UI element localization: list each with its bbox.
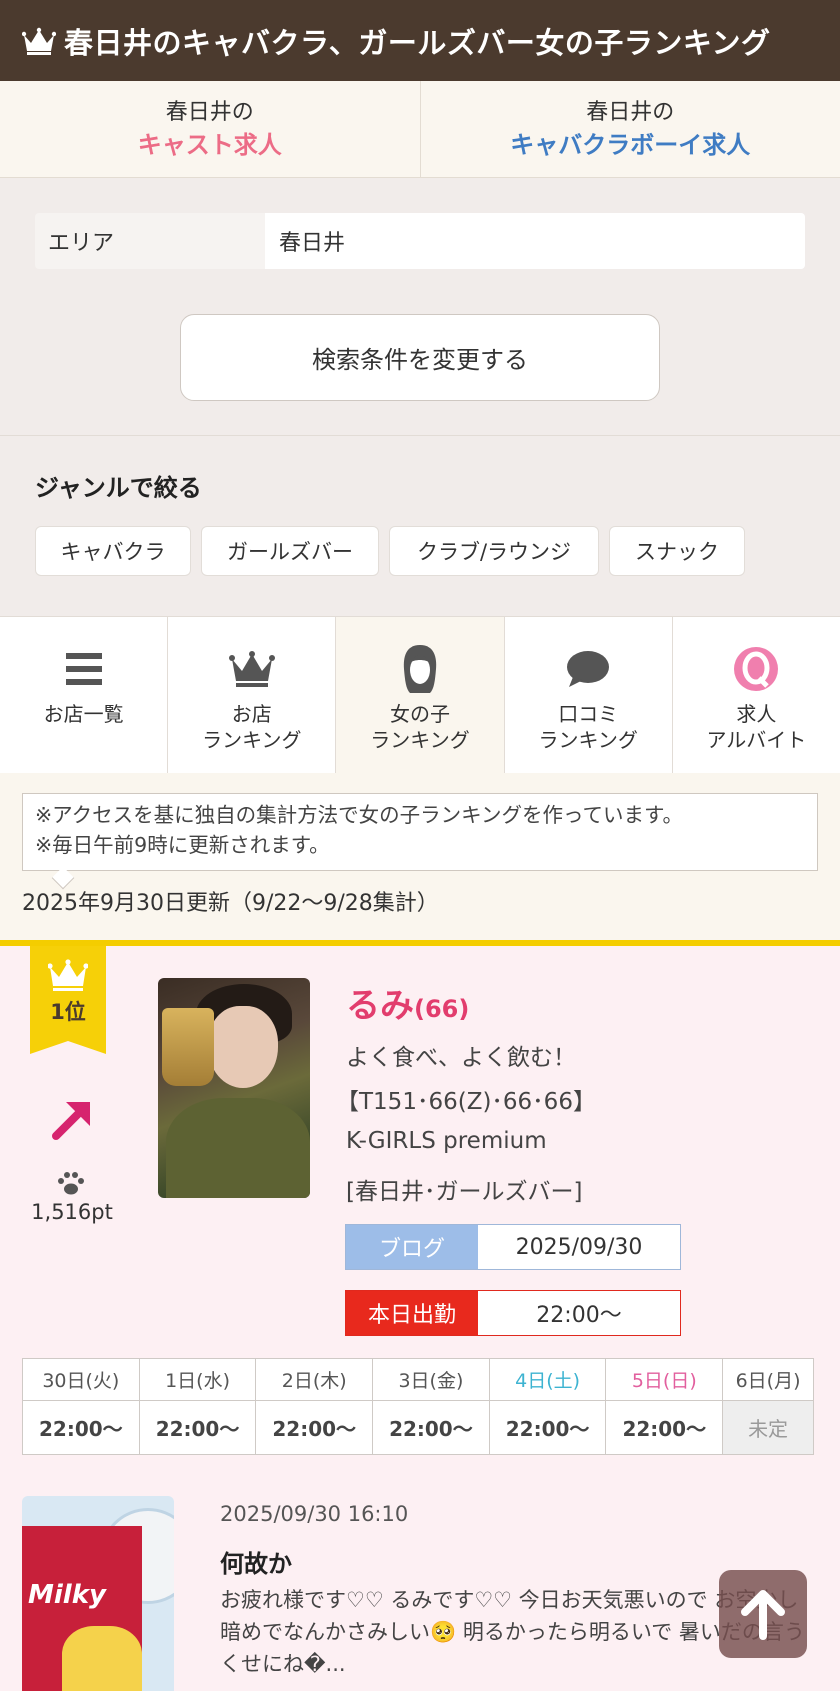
schedule-time: 22:00〜	[138, 1400, 257, 1455]
shop-category: [春日井･ガールズバー]	[346, 1179, 583, 1205]
nav-job[interactable]: 求人 アルバイト	[671, 617, 840, 773]
arrow-up-icon	[741, 1590, 785, 1640]
nav-girl-ranking[interactable]: 女の子 ランキング	[335, 617, 504, 773]
weekly-schedule: 30日(火) 1日(水) 2日(木) 3日(金) 4日(土) 5日(日) 6日(…	[22, 1358, 814, 1455]
blog-thumbnail[interactable]: Milky	[22, 1496, 174, 1691]
blog-date: 2025/09/30	[478, 1225, 680, 1269]
nav-label: 女の子	[390, 702, 450, 726]
nav-label-2: アルバイト	[706, 728, 807, 752]
schedule-day-saturday: 4日(土)	[488, 1358, 607, 1401]
catch-copy: よく食べ、よく飲む！	[346, 1045, 576, 1071]
genre-chips: キャバクラ ガールズバー クラブ/ラウンジ スナック	[35, 526, 745, 576]
genre-chip-girls-bar[interactable]: ガールズバー	[201, 526, 379, 576]
schedule-time: 22:00〜	[22, 1400, 140, 1455]
category-nav: お店一覧 お店 ランキング 女の子 ランキング 口コミ ランキング 求人 アルバ…	[0, 616, 840, 773]
speech-bubble-icon	[562, 643, 614, 695]
job-city-label: 春日井の	[165, 100, 254, 125]
nav-label-2: ランキング	[538, 728, 638, 752]
job-links: 春日井の キャスト求人 春日井の キャバクラボーイ求人	[0, 81, 840, 178]
rank-ribbon: 1位	[30, 946, 106, 1054]
nav-label: 口コミ	[558, 702, 619, 726]
schedule-time: 22:00〜	[372, 1400, 490, 1455]
change-search-button[interactable]: 検索条件を変更する	[180, 314, 660, 401]
nav-label: お店一覧	[43, 702, 124, 726]
shift-label: 本日出勤	[346, 1291, 478, 1335]
area-filter[interactable]: エリア 春日井	[35, 213, 805, 269]
nav-review-ranking[interactable]: 口コミ ランキング	[503, 617, 672, 773]
schedule-time: 22:00〜	[605, 1400, 724, 1455]
schedule-day: 3日(金)	[372, 1358, 490, 1401]
cast-job-link[interactable]: 春日井の キャスト求人	[0, 81, 420, 177]
thumbnail-label: Milky	[28, 1580, 106, 1610]
today-shift: 本日出勤 22:00〜	[345, 1290, 681, 1336]
boy-job-label: キャバクラボーイ求人	[510, 131, 751, 159]
paw-icon	[58, 1172, 84, 1195]
schedule-day: 6日(月)	[722, 1358, 814, 1401]
blog-post-title[interactable]: 何故か	[220, 1544, 292, 1579]
page-title: 春日井のキャバクラ、ガールズバー女の子ランキング	[64, 25, 771, 60]
boy-job-link[interactable]: 春日井の キャバクラボーイ求人	[419, 81, 840, 177]
nav-label-2: ランキング	[370, 728, 470, 752]
genre-chip-cabaret[interactable]: キャバクラ	[35, 526, 191, 576]
area-value[interactable]: 春日井	[265, 213, 805, 269]
schedule-times-row: 22:00〜 22:00〜 22:00〜 22:00〜 22:00〜 22:00…	[22, 1400, 814, 1455]
shop-name[interactable]: K-GIRLS premium	[346, 1128, 547, 1154]
genre-chip-club-lounge[interactable]: クラブ/ラウンジ	[389, 526, 599, 576]
ranking-info: ※アクセスを基に独自の集計方法で女の子ランキングを作っています。 ※毎日午前9時…	[0, 773, 840, 940]
schedule-day: 30日(火)	[22, 1358, 140, 1401]
ranking-notice: ※アクセスを基に独自の集計方法で女の子ランキングを作っています。 ※毎日午前9時…	[22, 793, 818, 871]
search-panel: エリア 春日井 検索条件を変更する	[0, 178, 840, 436]
genre-chip-snack[interactable]: スナック	[609, 526, 745, 576]
rank-label: 1位	[50, 1000, 86, 1024]
cast-job-label: キャスト求人	[137, 131, 282, 159]
genre-heading: ジャンルで絞る	[35, 474, 202, 502]
genre-filter: ジャンルで絞る キャバクラ ガールズバー クラブ/ラウンジ スナック	[0, 436, 840, 616]
trend-up-arrow-icon	[52, 1102, 90, 1140]
schedule-time-undecided: 未定	[722, 1400, 814, 1455]
girl-name: るみ	[346, 986, 414, 1026]
crown-icon	[48, 959, 88, 991]
shift-time: 22:00〜	[478, 1291, 680, 1335]
girl-age: (66)	[414, 995, 470, 1023]
back-to-top-button[interactable]	[719, 1570, 807, 1658]
blog-post-date: 2025/09/30 16:10	[220, 1502, 409, 1526]
girl-icon	[394, 643, 446, 695]
schedule-time: 22:00〜	[488, 1400, 607, 1455]
notice-line-1: ※アクセスを基に独自の集計方法で女の子ランキングを作っています。	[35, 803, 683, 827]
nav-label: お店	[231, 702, 272, 726]
job-city-label: 春日井の	[586, 100, 675, 125]
girl-name-link[interactable]: るみ(66)	[346, 978, 469, 1027]
schedule-day-sunday: 5日(日)	[605, 1358, 724, 1401]
girl-photo[interactable]	[158, 978, 310, 1198]
schedule-day: 2日(木)	[255, 1358, 374, 1401]
crown-icon	[22, 27, 56, 55]
updated-date: 2025年9月30日更新（9/22〜9/28集計）	[22, 891, 439, 916]
schedule-time: 22:00〜	[255, 1400, 374, 1455]
page-header: 春日井のキャバクラ、ガールズバー女の子ランキング	[0, 0, 840, 81]
ranking-card: 1位 1,516pt るみ(66) よく食べ、よく飲む！ 【T151･66(Z)…	[0, 940, 840, 1691]
nav-shop-ranking[interactable]: お店 ランキング	[167, 617, 335, 773]
crown-icon	[226, 643, 278, 695]
list-icon	[58, 643, 110, 695]
q-job-icon	[730, 643, 782, 695]
nav-shop-list[interactable]: お店一覧	[0, 617, 167, 773]
notice-line-2: ※毎日午前9時に更新されます。	[35, 833, 330, 857]
nav-label: 求人	[736, 702, 777, 726]
schedule-day: 1日(水)	[138, 1358, 257, 1401]
girl-spec: 【T151･66(Z)･66･66】	[336, 1089, 596, 1115]
nav-label-2: ランキング	[202, 728, 302, 752]
schedule-days-row: 30日(火) 1日(水) 2日(木) 3日(金) 4日(土) 5日(日) 6日(…	[22, 1358, 814, 1401]
blog-label: ブログ	[346, 1225, 478, 1269]
ranking-points: 1,516pt	[31, 1200, 113, 1224]
area-label: エリア	[35, 213, 265, 269]
blog-link[interactable]: ブログ 2025/09/30	[345, 1224, 681, 1270]
